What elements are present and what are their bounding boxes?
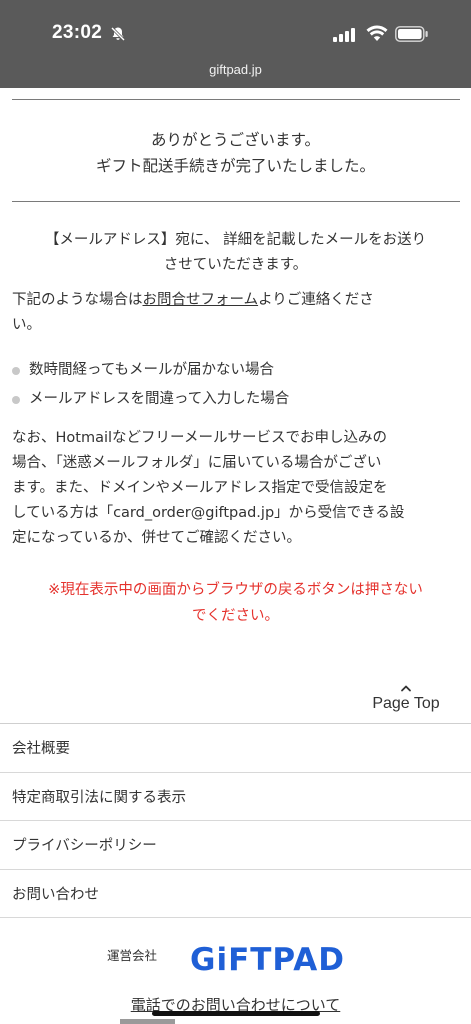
operator-label: 運営会社 bbox=[107, 948, 158, 963]
contact-text-line-2: い。 bbox=[12, 317, 41, 333]
spam-notice-line: している方は「card_order@giftpad.jp」から受信できる設 bbox=[12, 505, 405, 521]
giftpad-logo[interactable]: GiFTPAD bbox=[188, 934, 358, 982]
page-top-button[interactable]: Page Top bbox=[360, 684, 452, 713]
chevron-up-icon bbox=[401, 685, 411, 692]
home-indicator[interactable] bbox=[152, 1011, 320, 1016]
footer-link-company[interactable]: 会社概要 bbox=[0, 724, 471, 773]
footer-link-contact[interactable]: お問い合わせ bbox=[0, 870, 471, 918]
list-item: メールアドレスを間違って入力した場合 bbox=[12, 385, 452, 414]
contact-form-link[interactable]: お問合せフォーム bbox=[143, 292, 259, 308]
spam-folder-notice: なお、Hotmailなどフリーメールサービスでお申し込みの 場合、「迷惑メールフ… bbox=[12, 426, 464, 551]
footer-link-privacy-policy[interactable]: プライバシーポリシー bbox=[0, 821, 471, 870]
completion-line-2: ギフト配送手続きが完了いたしました。 bbox=[95, 157, 375, 175]
spam-notice-line: 定になっているか、併せてご確認ください。 bbox=[12, 530, 301, 546]
contact-text-before: 下記のような場合は bbox=[12, 292, 143, 308]
contact-text-after: よりご連絡くださ bbox=[258, 292, 374, 308]
back-button-warning: ※現在表示中の画面からブラウザの戻るボタンは押さない でください。 bbox=[0, 577, 471, 629]
cellular-signal-icon bbox=[333, 27, 357, 46]
divider-top bbox=[12, 99, 460, 100]
spam-notice-line: 場合、「迷惑メールフォルダ」に届いている場合がござい bbox=[12, 455, 382, 471]
footer-nav: 会社概要 特定商取引法に関する表示 プライバシーポリシー お問い合わせ bbox=[0, 723, 471, 918]
spam-notice-line: ます。また、ドメインやメールアドレス指定で受信設定を bbox=[12, 480, 388, 496]
email-notice-line-2: させていただきます。 bbox=[163, 257, 308, 273]
wifi-icon bbox=[366, 25, 388, 46]
scroll-indicator bbox=[120, 1019, 175, 1024]
logo-text: GiFTPAD bbox=[190, 942, 345, 978]
spam-notice-line: なお、Hotmailなどフリーメールサービスでお申し込みの bbox=[12, 430, 387, 446]
warning-line-1: ※現在表示中の画面からブラウザの戻るボタンは押さない bbox=[48, 582, 423, 598]
warning-line-2: でください。 bbox=[192, 608, 279, 624]
case-list: 数時間経ってもメールが届かない場合 メールアドレスを間違って入力した場合 bbox=[12, 356, 452, 414]
clock: 23:02 bbox=[52, 22, 103, 43]
contact-notice: 下記のような場合はお問合せフォームよりご連絡くださ い。 bbox=[12, 288, 462, 338]
browser-status-bar: 23:02 giftpad.jp bbox=[0, 0, 471, 88]
page-top-label: Page Top bbox=[372, 695, 440, 712]
bell-muted-icon bbox=[110, 26, 126, 46]
completion-line-1: ありがとうございます。 bbox=[151, 131, 320, 149]
address-bar-url[interactable]: giftpad.jp bbox=[0, 62, 471, 77]
footer-link-commerce-law[interactable]: 特定商取引法に関する表示 bbox=[0, 773, 471, 821]
battery-icon bbox=[395, 26, 429, 46]
email-notice: 【メールアドレス】宛に、 詳細を記載したメールをお送り させていただきます。 bbox=[0, 228, 471, 278]
completion-message: ありがとうございます。 ギフト配送手続きが完了いたしました。 bbox=[0, 127, 471, 179]
email-notice-line-1: 【メールアドレス】宛に、 詳細を記載したメールをお送り bbox=[44, 232, 427, 248]
list-item: 数時間経ってもメールが届かない場合 bbox=[12, 356, 452, 385]
divider-bottom bbox=[12, 201, 460, 202]
